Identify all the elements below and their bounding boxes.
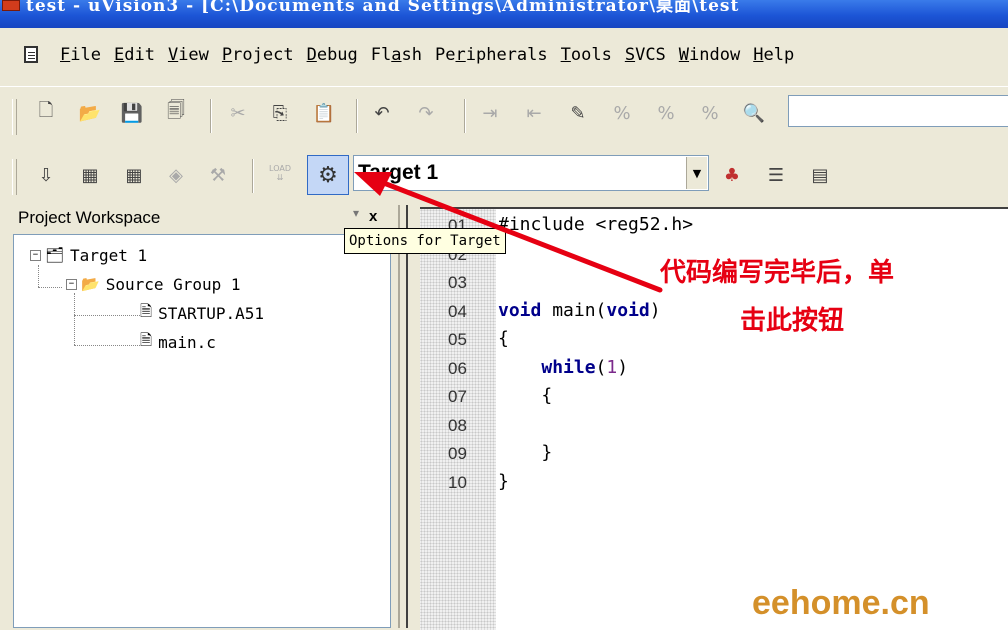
line-number: 03 bbox=[448, 273, 467, 292]
clear-bookmarks-icon[interactable]: % bbox=[698, 101, 722, 125]
toolbar-separator bbox=[464, 99, 466, 133]
panel-splitter[interactable] bbox=[392, 205, 420, 628]
menu-item[interactable]: Edit bbox=[114, 45, 155, 65]
menu-item[interactable]: Peripherals bbox=[435, 45, 548, 65]
menu-item[interactable]: Tools bbox=[561, 45, 612, 65]
bookmark-icon[interactable]: ✎ bbox=[566, 101, 590, 125]
new-file-icon[interactable]: 🗋 bbox=[34, 100, 58, 125]
workspace-title: Project Workspace bbox=[18, 208, 161, 227]
menu-item[interactable]: Window bbox=[679, 45, 740, 65]
find-in-files-icon[interactable]: 🔍 bbox=[742, 101, 766, 125]
annotation-text: 击此按钮 bbox=[740, 306, 845, 336]
collapse-icon[interactable]: − bbox=[30, 249, 41, 261]
toolbar-grip[interactable] bbox=[12, 159, 17, 195]
menu-item[interactable]: Help bbox=[753, 45, 794, 65]
batch-build-icon[interactable]: ◈ bbox=[164, 163, 188, 187]
file-icon: 🗎 bbox=[140, 301, 153, 320]
redo-icon[interactable]: ↷ bbox=[414, 101, 438, 125]
options-for-target-button[interactable]: ⚙ bbox=[307, 155, 349, 195]
indent-icon[interactable]: ⇥ bbox=[478, 101, 502, 125]
line-number: 08 bbox=[448, 415, 467, 435]
tree-item-file[interactable]: 🗎 main.c bbox=[140, 330, 216, 354]
code-line: } bbox=[498, 470, 509, 492]
tree-item-label: Target 1 bbox=[70, 245, 148, 265]
rebuild-icon[interactable]: ▦ bbox=[122, 163, 146, 187]
save-icon[interactable]: 💾 bbox=[120, 101, 144, 125]
find-input[interactable] bbox=[788, 95, 1008, 127]
unindent-icon[interactable]: ⇤ bbox=[522, 101, 546, 125]
code-line: void main(void) bbox=[498, 299, 661, 321]
line-number: 10 bbox=[448, 472, 467, 492]
toolbar-separator bbox=[210, 99, 212, 133]
code-line: } bbox=[498, 442, 553, 463]
window-title: test - uVision3 - [C:\Documents and Sett… bbox=[26, 0, 740, 16]
toolbar-separator bbox=[356, 99, 358, 133]
close-icon[interactable]: x bbox=[369, 208, 377, 225]
app-icon bbox=[2, 0, 20, 11]
file-icon: 🗎 bbox=[140, 330, 153, 349]
menu-item[interactable]: SVCS bbox=[625, 45, 666, 65]
line-number: 06 bbox=[448, 358, 467, 378]
target-icon: 🗂 bbox=[45, 246, 65, 264]
manage-books-icon[interactable]: ☰ bbox=[764, 163, 788, 187]
menu-item[interactable]: Flash bbox=[371, 45, 422, 65]
tree-item-file[interactable]: 🗎 STARTUP.A51 bbox=[140, 301, 264, 325]
stop-build-icon[interactable]: ⚒ bbox=[206, 163, 230, 187]
download-icon[interactable]: LOAD ⇊ bbox=[268, 161, 292, 185]
document-icon[interactable] bbox=[24, 46, 38, 63]
project-tree: − 🗂 Target 1 − 📂 Source Group 1 🗎 STARTU… bbox=[13, 234, 391, 628]
menu-items: File Edit View Project Debug Flash Peripherals… bbox=[60, 45, 807, 65]
watermark: eehome.cn bbox=[752, 584, 930, 622]
components-icon[interactable]: ♣ bbox=[720, 163, 744, 187]
tree-item-target[interactable]: − 🗂 Target 1 bbox=[30, 243, 147, 267]
open-folder-icon[interactable]: 📂 bbox=[78, 101, 102, 125]
paste-icon[interactable]: 📋 bbox=[312, 101, 336, 125]
cut-icon[interactable]: ✂ bbox=[226, 101, 250, 125]
menu-item[interactable]: Project bbox=[222, 45, 294, 65]
prev-bookmark-icon[interactable]: % bbox=[610, 101, 634, 125]
project-settings-icon[interactable]: ▤ bbox=[808, 163, 832, 187]
options-tooltip: Options for Target bbox=[344, 228, 506, 254]
copy-icon[interactable]: ⎘ bbox=[268, 101, 292, 125]
menu-item[interactable]: Debug bbox=[307, 45, 358, 65]
target-select[interactable]: Target 1 ▼ bbox=[353, 155, 709, 191]
code-line: while(1) bbox=[541, 356, 629, 378]
toolbar-grip[interactable] bbox=[12, 99, 17, 135]
title-bar: test - uVision3 - [C:\Documents and Sett… bbox=[0, 0, 1008, 28]
tree-item-source-group[interactable]: − 📂 Source Group 1 bbox=[66, 272, 241, 296]
load-label: LOAD bbox=[269, 164, 291, 173]
target-select-value: Target 1 bbox=[358, 161, 439, 184]
menu-bar: File Edit View Project Debug Flash Peripherals… bbox=[0, 28, 1008, 87]
code-line: { bbox=[498, 328, 509, 349]
code-line: { bbox=[498, 385, 553, 406]
tree-item-label: main.c bbox=[158, 332, 216, 352]
next-bookmark-icon[interactable]: % bbox=[654, 101, 678, 125]
translate-icon[interactable]: ⇩ bbox=[34, 163, 58, 187]
folder-icon: 📂 bbox=[81, 275, 100, 293]
line-number: 04 bbox=[448, 301, 467, 321]
collapse-icon[interactable]: − bbox=[66, 278, 77, 290]
code-line: #include <reg52.h> bbox=[498, 214, 694, 235]
chevron-down-icon[interactable]: ▼ bbox=[686, 157, 707, 189]
annotation-text: 代码编写完毕后，单 bbox=[660, 258, 895, 288]
menu-item[interactable]: File bbox=[60, 45, 101, 65]
line-number: 09 bbox=[448, 444, 467, 463]
menu-item[interactable]: View bbox=[168, 45, 209, 65]
line-number: 07 bbox=[448, 387, 467, 406]
tree-item-label: Source Group 1 bbox=[105, 274, 241, 294]
tree-item-label: STARTUP.A51 bbox=[158, 303, 265, 323]
pin-icon[interactable]: ▾ bbox=[353, 206, 359, 220]
line-number: 05 bbox=[448, 330, 467, 349]
save-all-icon[interactable]: 🗐 bbox=[164, 100, 188, 125]
build-icon[interactable]: ▦ bbox=[78, 163, 102, 187]
undo-icon[interactable]: ↶ bbox=[370, 101, 394, 125]
toolbar-separator bbox=[252, 159, 254, 193]
